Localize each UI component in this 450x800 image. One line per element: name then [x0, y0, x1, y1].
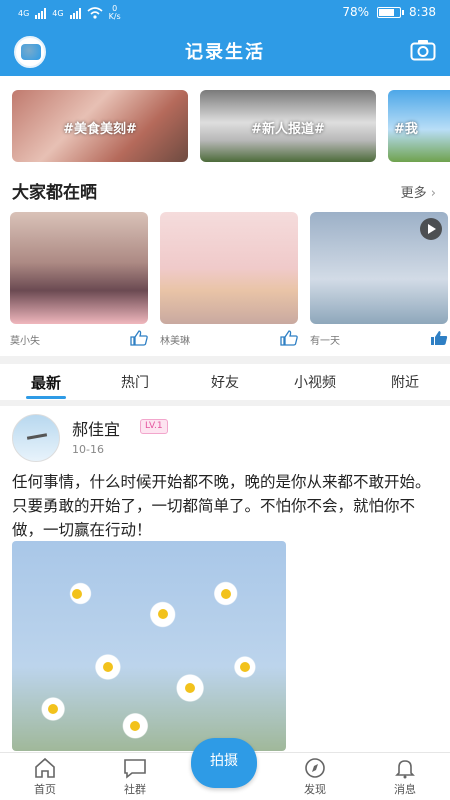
nav-discover[interactable]: 发现 [280, 757, 350, 797]
photo-card[interactable]: 有一天 [310, 212, 448, 348]
section-title: 大家都在晒 [12, 183, 97, 203]
photo-card[interactable]: 莫小失 [10, 212, 148, 348]
chevron-right-icon: › [430, 186, 436, 201]
clock: 8:38 [409, 5, 436, 19]
topic-label: #我 [394, 122, 418, 137]
photo-thumbnail[interactable] [10, 212, 148, 324]
nav-label: 发现 [304, 783, 326, 796]
tab-friends[interactable]: 好友 [185, 372, 265, 392]
tab-short-video[interactable]: 小视频 [275, 372, 355, 392]
photo-card[interactable]: 林美琳 [160, 212, 298, 348]
nav-label: 社群 [124, 783, 146, 796]
tab-hot[interactable]: 热门 [95, 372, 175, 392]
post-date: 10-16 [72, 443, 104, 456]
thumbs-up-icon[interactable] [280, 330, 298, 346]
level-badge: LV.1 [140, 419, 168, 434]
card-username: 莫小失 [10, 336, 40, 347]
more-label: 更多 [400, 186, 427, 201]
tab-indicator [26, 396, 66, 399]
topic-label: #美食美刻# [63, 122, 137, 137]
wifi-icon [87, 7, 103, 19]
card-username: 有一天 [310, 336, 340, 347]
bell-icon [395, 760, 415, 779]
status-bar: 4G 4G 0 K/s 78% 8:38 [0, 0, 450, 28]
net-speed: 0 K/s [108, 4, 121, 21]
app-header: 记录生活 [0, 28, 450, 76]
post-image[interactable] [12, 541, 286, 751]
thumbs-up-icon[interactable] [130, 330, 148, 346]
more-link[interactable]: 更多 › [401, 182, 436, 201]
card-username: 林美琳 [160, 336, 190, 347]
post-author-name[interactable]: 郝佳宜 [72, 416, 120, 440]
net-label-2: 4G [52, 8, 64, 18]
tab-latest[interactable]: 最新 [6, 372, 86, 393]
page-title: 记录生活 [185, 42, 265, 63]
topic-banner-newcomer[interactable]: #新人报道# [200, 90, 376, 162]
thumbs-up-icon[interactable] [430, 330, 448, 346]
battery-icon [377, 6, 405, 18]
topic-banner-third[interactable]: #我 [388, 90, 450, 162]
nav-messages[interactable]: 消息 [370, 757, 440, 797]
tabs-divider [0, 400, 450, 406]
nav-label: 首页 [34, 783, 56, 796]
post-author-avatar[interactable] [12, 414, 60, 462]
chat-bubble-icon [124, 759, 146, 779]
topic-banners: #美食美刻# #新人报道# #我 [0, 86, 450, 166]
nav-community[interactable]: 社群 [100, 757, 170, 797]
battery-percent: 78% [342, 5, 370, 19]
video-thumbnail[interactable] [310, 212, 448, 324]
feed-tabs: 最新 热门 好友 小视频 附近 [0, 364, 450, 400]
section-divider [0, 356, 450, 364]
net-label-1: 4G [18, 8, 30, 18]
signal-icon-2 [69, 7, 81, 19]
topic-banner-food[interactable]: #美食美刻# [12, 90, 188, 162]
tab-nearby[interactable]: 附近 [365, 372, 445, 392]
nav-label: 消息 [394, 783, 416, 796]
signal-icon [35, 7, 47, 19]
home-icon [35, 757, 55, 778]
topic-label: #新人报道# [251, 122, 325, 137]
post-text: 任何事情，什么时候开始都不晚，晚的是你从来都不敢开始。只要勇敢的开始了，一切都简… [12, 473, 431, 539]
shoot-button[interactable]: 拍摄 [191, 738, 257, 788]
play-icon[interactable] [420, 218, 442, 240]
compass-icon [305, 758, 325, 778]
nav-home[interactable]: 首页 [10, 757, 80, 797]
camera-icon[interactable] [410, 39, 436, 61]
photo-thumbnail[interactable] [160, 212, 298, 324]
